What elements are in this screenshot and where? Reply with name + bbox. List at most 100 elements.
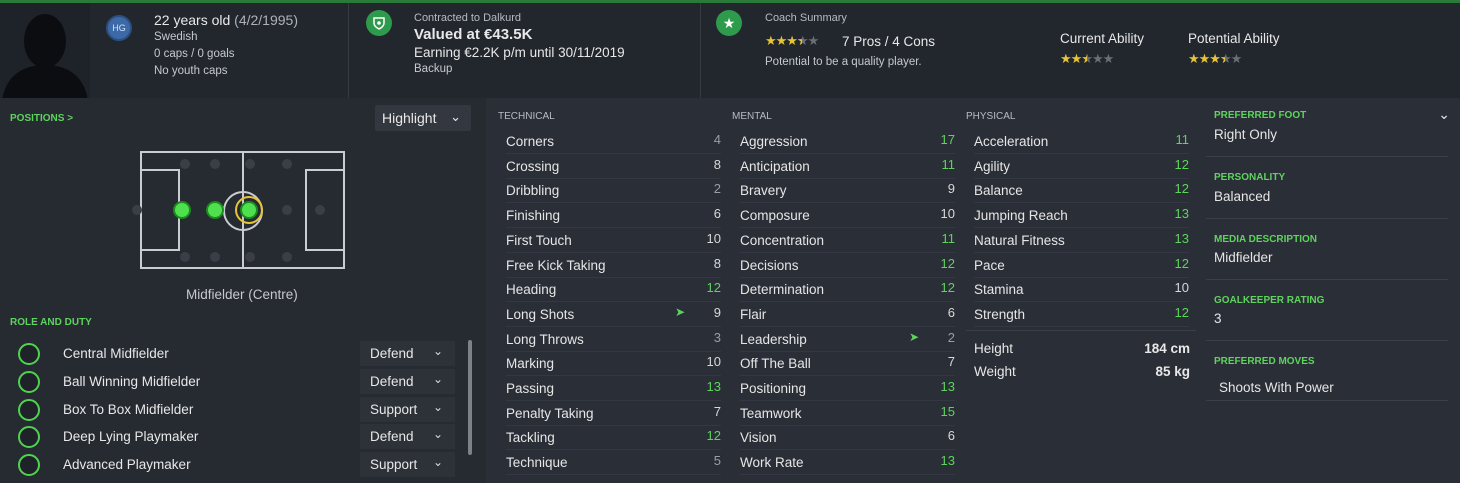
duty-label: Defend xyxy=(370,429,414,444)
attribute-value: 11 xyxy=(941,230,956,246)
attribute-row[interactable]: Technique 5 xyxy=(506,451,721,476)
attribute-value: 6 xyxy=(947,428,955,444)
progress-arrow-icon: ➤ xyxy=(908,329,919,344)
pros-cons[interactable]: 7 Pros / 4 Cons xyxy=(842,34,935,49)
attribute-row[interactable]: First Touch 10 xyxy=(506,229,721,253)
position-dot xyxy=(180,252,190,262)
attribute-value: 15 xyxy=(940,403,955,419)
attribute-row[interactable]: Work Rate 13 xyxy=(740,451,955,476)
height-label: Height xyxy=(974,341,1014,356)
attribute-row[interactable]: Strength 12 xyxy=(974,303,1189,327)
attribute-value: 8 xyxy=(713,255,721,271)
preferred-foot-value: Right Only xyxy=(1214,127,1278,142)
attribute-row[interactable]: Flair 6 xyxy=(740,303,955,327)
attribute-name: Finishing xyxy=(506,208,561,224)
weight-label: Weight xyxy=(974,364,1016,379)
caps: 0 caps / 0 goals xyxy=(154,48,235,60)
attribute-row[interactable]: Pace 12 xyxy=(974,254,1189,278)
attribute-row[interactable]: Dribbling 2 xyxy=(506,179,721,204)
attribute-row[interactable]: Finishing 6 xyxy=(506,204,721,229)
potential-ability-label: Potential Ability xyxy=(1188,31,1280,46)
role-duty-label: ROLE AND DUTY xyxy=(10,317,92,328)
attribute-row[interactable]: Jumping Reach 13 xyxy=(974,204,1189,229)
chevron-down-icon: ⌄ xyxy=(432,427,443,441)
attribute-row[interactable]: Concentration 11 xyxy=(740,229,955,253)
duty-dropdown[interactable]: Defend ⌄ xyxy=(360,369,455,394)
attribute-row[interactable]: Determination 12 xyxy=(740,278,955,303)
attribute-row[interactable]: Acceleration 11 xyxy=(974,130,1189,154)
roles-scrollbar[interactable] xyxy=(468,340,472,455)
attribute-row[interactable]: Crossing 8 xyxy=(506,155,721,179)
star-icon: ★ xyxy=(716,10,742,36)
attribute-row[interactable]: Heading 12 xyxy=(506,278,721,303)
attribute-row[interactable]: Leadership 2 ➤ xyxy=(740,328,955,352)
attribute-name: Aggression xyxy=(740,134,808,149)
attribute-row[interactable]: Stamina 10 xyxy=(974,278,1189,303)
attribute-row[interactable]: Passing 13 xyxy=(506,377,721,401)
attribute-row[interactable]: Decisions 12 xyxy=(740,254,955,278)
attribute-row[interactable]: Aggression 17 xyxy=(740,130,955,154)
divider xyxy=(966,330,1196,331)
attribute-row[interactable]: Penalty Taking 7 xyxy=(506,402,721,426)
attribute-row[interactable]: Natural Fitness 13 xyxy=(974,229,1189,253)
current-ability-label: Current Ability xyxy=(1060,31,1145,46)
chevron-down-icon[interactable]: ⌄ xyxy=(1438,106,1450,123)
attribute-name: Agility xyxy=(974,158,1011,174)
attribute-value: 10 xyxy=(1174,280,1189,296)
physical-header: PHYSICAL xyxy=(966,111,1016,122)
role-suitability-icon xyxy=(18,371,40,393)
attribute-row[interactable]: Off The Ball 7 xyxy=(740,352,955,377)
attribute-row[interactable]: Long Throws 3 xyxy=(506,328,721,352)
role-row[interactable]: Deep Lying Playmaker Defend ⌄ xyxy=(18,424,473,450)
attribute-value: 6 xyxy=(947,304,955,320)
attribute-row[interactable]: Balance 12 xyxy=(974,179,1189,204)
role-row[interactable]: Advanced Playmaker Support ⌄ xyxy=(18,452,473,478)
attribute-row[interactable]: Anticipation 11 xyxy=(740,155,955,179)
attribute-row[interactable]: Long Shots 9 ➤ xyxy=(506,303,721,327)
attribute-row[interactable]: Composure 10 xyxy=(740,204,955,229)
duty-dropdown[interactable]: Defend ⌄ xyxy=(360,341,455,366)
duty-dropdown[interactable]: Support ⌄ xyxy=(360,397,455,422)
age-text: 22 years old xyxy=(154,12,231,28)
attribute-value: 9 xyxy=(947,181,955,197)
attribute-name: Passing xyxy=(506,381,555,396)
attribute-row[interactable]: Bravery 9 xyxy=(740,179,955,204)
home-grown-badge: HG xyxy=(106,15,132,41)
attribute-value: 17 xyxy=(940,132,955,147)
divider xyxy=(1206,279,1448,280)
attribute-value: 11 xyxy=(1175,132,1190,147)
attribute-name: Heading xyxy=(506,282,557,298)
positions-link[interactable]: POSITIONS > xyxy=(10,113,73,124)
duty-dropdown[interactable]: Support ⌄ xyxy=(360,452,455,477)
attribute-value: 13 xyxy=(706,379,721,394)
attribute-row[interactable]: Corners 4 xyxy=(506,130,721,154)
attribute-row[interactable]: Tackling 12 xyxy=(506,426,721,451)
attribute-row[interactable]: Vision 6 xyxy=(740,426,955,451)
chevron-down-icon: ⌄ xyxy=(450,109,461,124)
attribute-value: 10 xyxy=(706,354,721,370)
attribute-name: Dribbling xyxy=(506,183,560,199)
attribute-row[interactable]: Agility 12 xyxy=(974,155,1189,179)
attribute-value: 10 xyxy=(940,206,955,222)
attribute-row[interactable]: Teamwork 15 xyxy=(740,402,955,426)
squad-status: Backup xyxy=(414,63,453,75)
attribute-row[interactable]: Positioning 13 xyxy=(740,377,955,401)
player-info-panel: PREFERRED FOOT ⌄ Right Only PERSONALITY … xyxy=(1206,98,1460,483)
role-row[interactable]: Ball Winning Midfielder Defend ⌄ xyxy=(18,369,473,395)
attribute-value: 13 xyxy=(1174,206,1189,222)
position-dot-natural xyxy=(240,201,258,219)
mental-header: MENTAL xyxy=(732,111,772,122)
attribute-name: Flair xyxy=(740,306,767,322)
attribute-name: Anticipation xyxy=(740,158,810,174)
highlight-dropdown[interactable]: Highlight ⌄ xyxy=(375,105,471,131)
attribute-row[interactable]: Marking 10 xyxy=(506,352,721,377)
goalkeeper-rating-label: GOALKEEPER RATING xyxy=(1214,295,1325,306)
attribute-name: Penalty Taking xyxy=(506,405,594,421)
role-row[interactable]: Central Midfielder Defend ⌄ xyxy=(18,341,473,367)
attribute-row[interactable]: Free Kick Taking 8 xyxy=(506,254,721,278)
personality-value: Balanced xyxy=(1214,189,1271,204)
club-badge-icon xyxy=(366,10,392,36)
duty-dropdown[interactable]: Defend ⌄ xyxy=(360,424,455,449)
dob-text: (4/2/1995) xyxy=(234,12,298,28)
role-row[interactable]: Box To Box Midfielder Support ⌄ xyxy=(18,397,473,423)
